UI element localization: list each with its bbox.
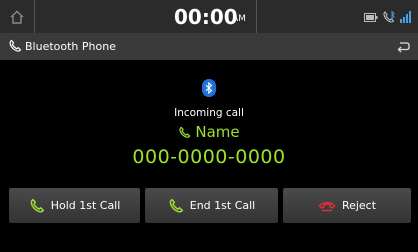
hold-call-label: Hold 1st Call [50, 199, 121, 212]
hold-call-button[interactable]: Hold 1st Call [9, 188, 140, 223]
end-call-button[interactable]: End 1st Call [145, 188, 278, 223]
back-button[interactable] [392, 36, 414, 57]
status-divider [34, 0, 35, 33]
end-call-label: End 1st Call [189, 199, 256, 212]
home-icon [10, 10, 24, 24]
battery-icon [364, 12, 378, 22]
caller-name: Name [0, 123, 418, 142]
caller-number: 000-0000-0000 [132, 146, 286, 168]
call-action-bar: Hold 1st Call End 1st Call Reject [0, 185, 418, 225]
status-icons [364, 9, 412, 25]
call-status-label: Incoming call [174, 107, 244, 119]
bottom-strip [0, 225, 418, 252]
phone-handset-icon [30, 198, 44, 212]
reject-button[interactable]: Reject [283, 188, 411, 223]
reject-label: Reject [341, 199, 377, 212]
screen: 00:00 AM Bluetooth Phone Incoming call N… [0, 0, 418, 252]
clock-ampm: AM [232, 14, 246, 24]
incoming-call-panel: Incoming call Name 000-0000-0000 [0, 60, 418, 185]
home-button[interactable] [0, 0, 34, 33]
hang-up-icon [318, 201, 336, 211]
signal-icon [400, 11, 411, 23]
caller-name-text: Name [195, 123, 240, 141]
back-icon [397, 41, 410, 52]
title-bar: Bluetooth Phone [0, 33, 418, 60]
phone-handset-icon [169, 198, 183, 212]
phone-handset-icon [9, 39, 22, 52]
page-title: Bluetooth Phone [25, 40, 116, 53]
phone-handset-icon [179, 126, 191, 138]
status-bar: 00:00 AM [0, 0, 418, 33]
status-divider [256, 0, 257, 33]
bluetooth-badge [202, 79, 216, 97]
bluetooth-icon [205, 82, 213, 94]
clock-time: 00:00 [174, 5, 238, 29]
bluetooth-phone-icon [383, 10, 395, 23]
